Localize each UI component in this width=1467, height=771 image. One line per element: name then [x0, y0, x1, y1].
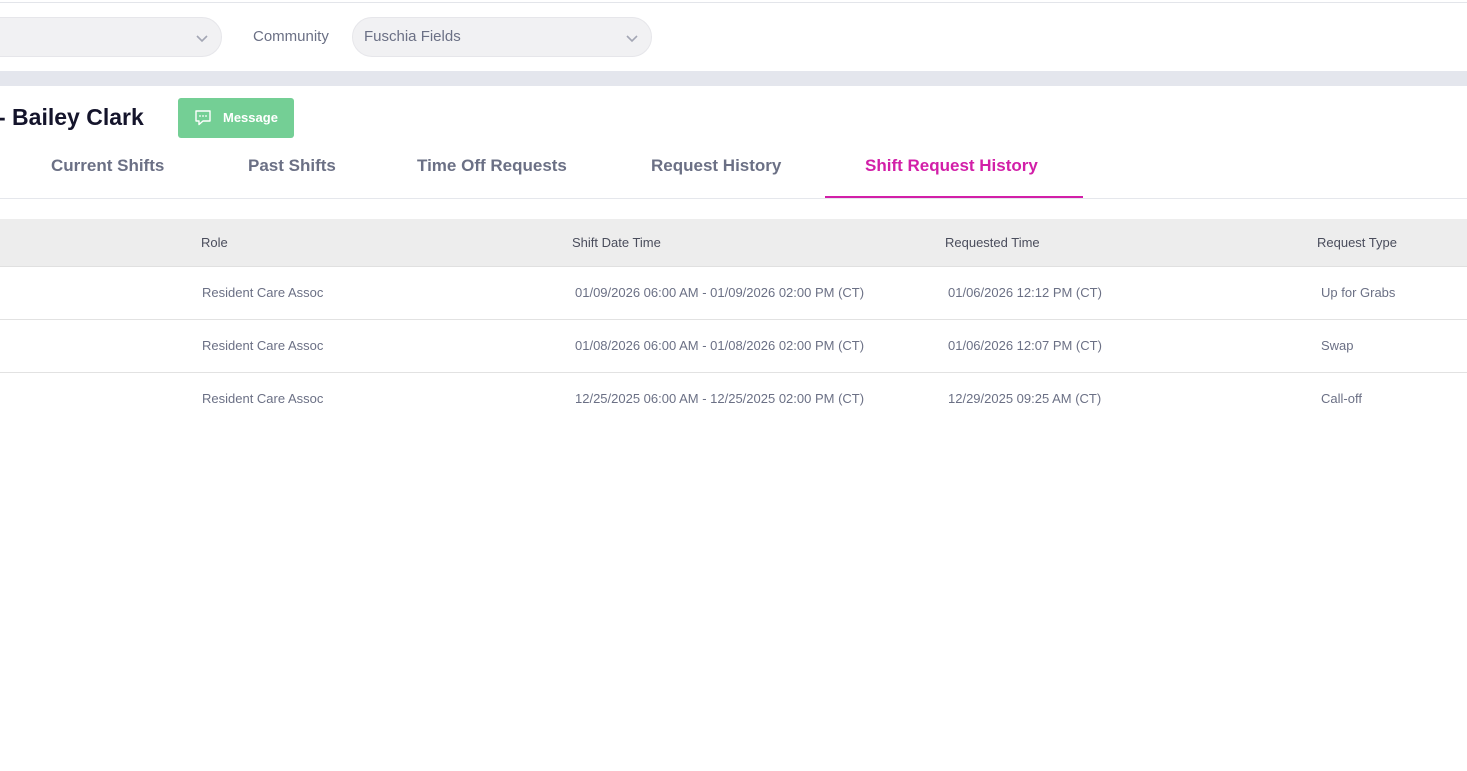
active-tab-indicator	[825, 196, 1083, 198]
message-button[interactable]: Message	[178, 98, 294, 138]
column-header-role[interactable]: Role	[201, 235, 228, 250]
tab-request-history[interactable]: Request History	[651, 156, 781, 176]
cell-requested-time: 01/06/2026 12:12 PM (CT)	[948, 285, 1102, 300]
tab-shift-request-history[interactable]: Shift Request History	[865, 156, 1038, 176]
tab-current-shifts[interactable]: Current Shifts	[51, 156, 164, 176]
table-header: Role Shift Date Time Requested Time Requ…	[0, 219, 1467, 267]
community-select[interactable]: Fuschia Fields	[352, 17, 652, 57]
cell-request-type: Swap	[1321, 338, 1354, 353]
cell-role: Resident Care Assoc	[202, 391, 324, 406]
cell-shift-date-time: 12/25/2025 06:00 AM - 12/25/2025 02:00 P…	[575, 391, 865, 406]
cell-role: Resident Care Assoc	[202, 285, 324, 300]
table-row[interactable]: Resident Care Assoc 01/08/2026 06:00 AM …	[0, 320, 1467, 373]
cell-role: Resident Care Assoc	[202, 338, 324, 353]
table-row[interactable]: Resident Care Assoc 12/25/2025 06:00 AM …	[0, 373, 1467, 426]
cell-shift-date-time: 01/09/2026 06:00 AM - 01/09/2026 02:00 P…	[575, 285, 865, 300]
message-button-label: Message	[223, 110, 278, 125]
table-row[interactable]: Resident Care Assoc 01/09/2026 06:00 AM …	[0, 267, 1467, 320]
community-select-value: Fuschia Fields	[364, 28, 461, 45]
chevron-down-icon	[626, 35, 638, 43]
column-header-shift-date-time[interactable]: Shift Date Time	[572, 235, 661, 250]
cell-request-type: Up for Grabs	[1321, 285, 1396, 300]
cell-request-type: Call-off	[1321, 391, 1362, 406]
column-header-request-type[interactable]: Request Type	[1317, 235, 1397, 250]
cell-shift-date-time: 01/08/2026 06:00 AM - 01/08/2026 02:00 P…	[575, 338, 865, 353]
chevron-down-icon	[196, 35, 208, 43]
community-label: Community	[253, 28, 329, 45]
cell-requested-time: 12/29/2025 09:25 AM (CT)	[948, 391, 1102, 406]
chat-bubble-icon	[195, 110, 211, 126]
tab-time-off-requests[interactable]: Time Off Requests	[417, 156, 567, 176]
filter-select[interactable]: t	[0, 17, 222, 57]
cell-requested-time: 01/06/2026 12:07 PM (CT)	[948, 338, 1102, 353]
employee-name-heading: - Bailey Clark	[0, 104, 144, 130]
section-divider-band	[0, 71, 1467, 86]
column-header-requested-time[interactable]: Requested Time	[945, 235, 1040, 250]
tab-bar: Current Shifts Past Shifts Time Off Requ…	[0, 142, 1467, 199]
filter-bar: t Community Fuschia Fields	[0, 3, 1467, 71]
tab-past-shifts[interactable]: Past Shifts	[248, 156, 336, 176]
